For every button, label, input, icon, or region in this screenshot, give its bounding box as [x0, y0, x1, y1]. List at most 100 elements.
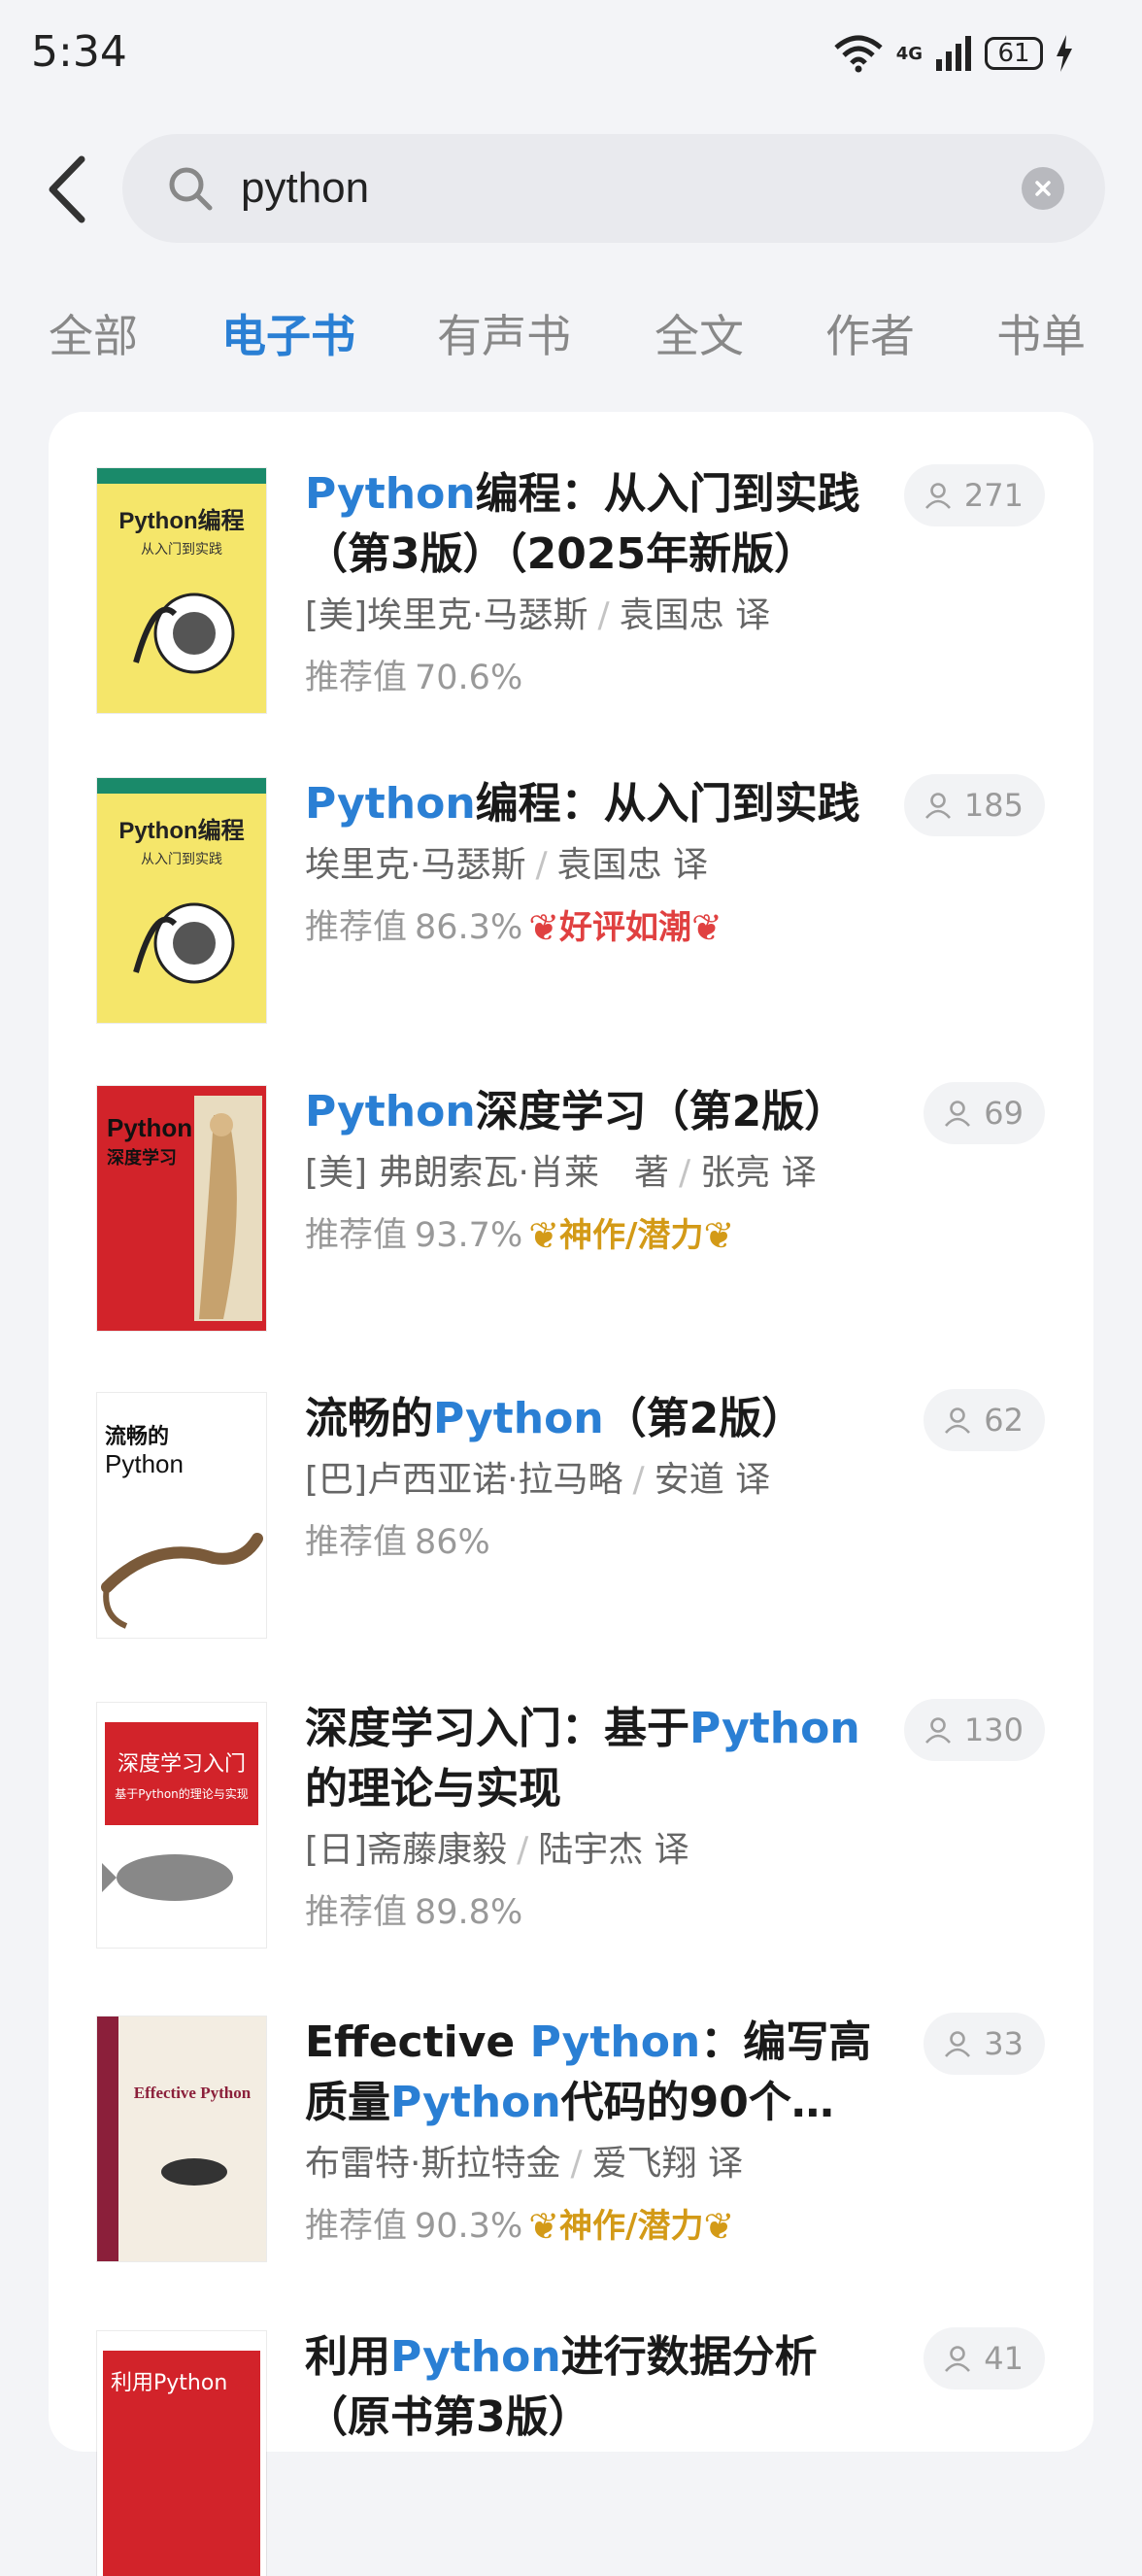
- recommendation-value: 89.8%: [415, 1893, 523, 1932]
- author-name[interactable]: [美]埃里克·马瑟斯: [305, 595, 588, 635]
- recommendation-value: 70.6%: [415, 659, 523, 697]
- laurel-right-icon: ❦: [703, 1214, 735, 1257]
- tab-bar: 全部 电子书 有声书 全文 作者 书单: [0, 301, 1142, 379]
- translator-name[interactable]: 袁国忠 译: [557, 845, 708, 885]
- svg-text:Python: Python: [105, 1449, 184, 1478]
- svg-text:深度学习: 深度学习: [107, 1147, 177, 1169]
- separator: /: [678, 1153, 691, 1193]
- book-title[interactable]: Python编程：从入门到实践（第3版）（2025年新版）: [305, 464, 888, 585]
- title-text: 编程：从入门到实践: [475, 779, 860, 829]
- signal-icon: [936, 36, 971, 71]
- recommendation-line: 推荐值 86.3% ❦ 好评如潮 ❦: [305, 904, 888, 951]
- recommendation-line: 推荐值 89.8%: [305, 1889, 888, 1936]
- svg-text:Python编程: Python编程: [118, 507, 244, 534]
- close-icon: [1035, 181, 1051, 196]
- book-author-line: [美]埃里克·马瑟斯 / 袁国忠 译: [305, 593, 888, 639]
- reader-count-badge: 130: [903, 1699, 1045, 1761]
- book-title[interactable]: Effective Python：编写高质量Python代码的90个…: [305, 2013, 888, 2133]
- reader-count-badge: 41: [924, 2327, 1045, 2390]
- reader-count: 33: [984, 2025, 1024, 2062]
- book-author-line: 埃里克·马瑟斯 / 袁国忠 译: [305, 842, 888, 889]
- laurel-left-icon: ❦: [528, 1214, 560, 1257]
- title-text: 深度学习（第2版）: [475, 1087, 848, 1136]
- book-info: Effective Python：编写高质量Python代码的90个… 布雷特·斯…: [305, 2013, 888, 2250]
- book-title[interactable]: 利用Python进行数据分析（原书第3版）: [305, 2327, 888, 2448]
- translator-name[interactable]: 爱飞翔 译: [592, 2144, 743, 2184]
- book-cover-image[interactable]: 流畅的 Python: [97, 1393, 266, 1638]
- title-text: Effective: [305, 2017, 530, 2067]
- author-name[interactable]: 埃里克·马瑟斯: [305, 845, 525, 885]
- svg-text:从入门到实践: 从入门到实践: [141, 542, 222, 558]
- svg-text:Effective Python: Effective Python: [134, 2084, 252, 2102]
- book-title[interactable]: Python深度学习（第2版）: [305, 1082, 888, 1142]
- book-cover-image[interactable]: Python 深度学习: [97, 1086, 266, 1331]
- tab-all[interactable]: 全部: [49, 301, 138, 365]
- back-icon[interactable]: [43, 153, 91, 225]
- person-icon: [945, 1407, 971, 1434]
- book-info: Python编程：从入门到实践（第3版）（2025年新版） [美]埃里克·马瑟斯 /…: [305, 464, 888, 701]
- recommendation-line: 推荐值 86%: [305, 1519, 888, 1566]
- translator-name[interactable]: 陆宇杰 译: [538, 1830, 689, 1870]
- reader-count-badge: 271: [903, 464, 1045, 526]
- book-title[interactable]: 流畅的Python（第2版）: [305, 1389, 888, 1449]
- person-icon: [924, 483, 951, 509]
- author-name[interactable]: [日]斋藤康毅: [305, 1830, 507, 1870]
- status-bar: 5:34 4G 61: [0, 0, 1142, 107]
- recommendation-value: 86%: [415, 1523, 490, 1562]
- author-name[interactable]: [美] 弗朗索瓦·肖莱 著: [305, 1153, 669, 1193]
- search-bar[interactable]: [122, 134, 1105, 243]
- recommendation-line: 推荐值 90.3% ❦ 神作/潜力 ❦: [305, 2203, 888, 2250]
- reader-count: 271: [963, 477, 1024, 514]
- tab-audiobook[interactable]: 有声书: [437, 301, 571, 365]
- laurel-left-icon: ❦: [528, 2205, 560, 2248]
- book-cover-image[interactable]: Effective Python: [97, 2017, 266, 2261]
- reader-count-badge: 62: [924, 1389, 1045, 1451]
- translator-name[interactable]: 安道 译: [655, 1460, 770, 1500]
- svg-text:Python编程: Python编程: [118, 817, 244, 844]
- recommendation-value: 90.3%: [415, 2207, 523, 2246]
- rating-badge-label: 神作/潜力: [559, 2207, 704, 2246]
- title-keyword-highlight: Python: [305, 1087, 476, 1136]
- tab-ebook[interactable]: 电子书: [221, 301, 355, 365]
- book-cover-image[interactable]: 深度学习入门 基于Python的理论与实现: [97, 1703, 266, 1948]
- book-info: Python编程：从入门到实践 埃里克·马瑟斯 / 袁国忠 译推荐值 86.3% ❦ 好评如…: [305, 774, 888, 951]
- separator: /: [597, 595, 610, 635]
- person-icon: [924, 1717, 951, 1744]
- author-name[interactable]: [巴]卢西亚诺·拉马略: [305, 1460, 623, 1500]
- author-name[interactable]: 布雷特·斯拉特金: [305, 2144, 560, 2184]
- title-keyword-highlight: Python: [390, 2078, 561, 2127]
- separator: /: [632, 1460, 645, 1500]
- rating-badge: ❦ 好评如潮 ❦: [528, 904, 722, 951]
- title-text: （第2版）: [603, 1394, 805, 1443]
- laurel-right-icon: ❦: [703, 2205, 735, 2248]
- svg-text:基于Python的理论与实现: 基于Python的理论与实现: [115, 1786, 249, 1801]
- tab-author[interactable]: 作者: [825, 301, 915, 365]
- separator: /: [535, 845, 548, 885]
- person-icon: [945, 2031, 971, 2057]
- reader-count-badge: 69: [924, 1082, 1045, 1144]
- search-icon: [169, 167, 213, 211]
- wifi-icon: [834, 35, 883, 73]
- book-title[interactable]: Python编程：从入门到实践: [305, 774, 888, 834]
- reader-count-badge: 185: [903, 774, 1045, 836]
- tab-fulltext[interactable]: 全文: [655, 301, 744, 365]
- translator-name[interactable]: 张亮 译: [700, 1153, 816, 1193]
- recommendation-label: 推荐值: [305, 908, 408, 947]
- translator-name[interactable]: 袁国忠 译: [620, 595, 770, 635]
- clear-search-button[interactable]: [1022, 167, 1064, 210]
- svg-text:从入门到实践: 从入门到实践: [141, 852, 222, 867]
- search-input[interactable]: [241, 152, 998, 225]
- recommendation-label: 推荐值: [305, 659, 408, 697]
- status-time: 5:34: [31, 27, 127, 77]
- recommendation-line: 推荐值 70.6%: [305, 655, 888, 701]
- book-title[interactable]: 深度学习入门：基于Python 的理论与实现: [305, 1699, 888, 1819]
- book-author-line: [日]斋藤康毅 / 陆宇杰 译: [305, 1827, 888, 1874]
- book-cover-image[interactable]: 利用Python: [97, 2331, 266, 2576]
- tab-booklist[interactable]: 书单: [996, 301, 1086, 365]
- title-keyword-highlight: Python: [529, 2017, 701, 2067]
- book-cover-image[interactable]: Python编程从入门到实践: [97, 778, 266, 1023]
- book-cover-image[interactable]: Python编程从入门到实践: [97, 468, 266, 713]
- reader-count: 62: [984, 1402, 1024, 1439]
- book-author-line: [巴]卢西亚诺·拉马略 / 安道 译: [305, 1457, 888, 1504]
- person-icon: [945, 1101, 971, 1127]
